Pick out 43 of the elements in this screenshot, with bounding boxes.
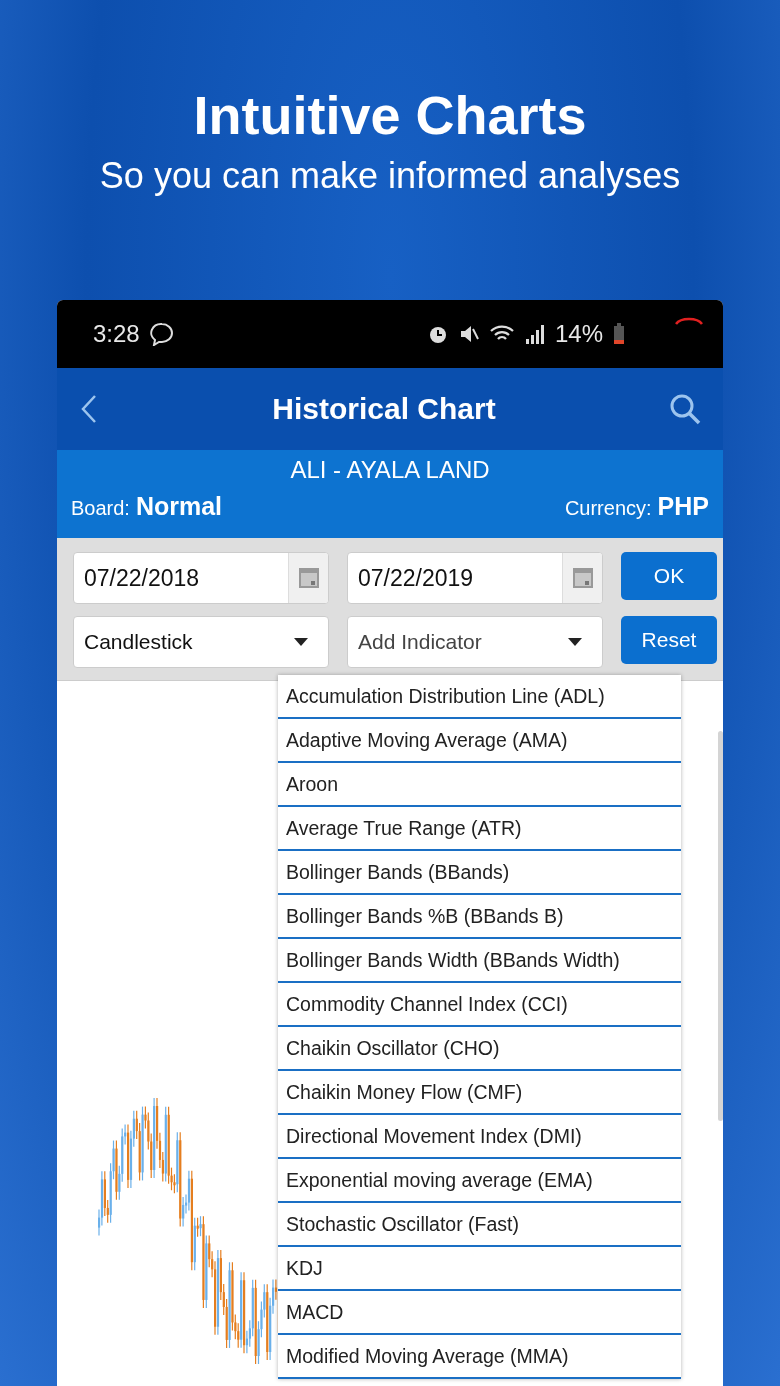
signal-icon xyxy=(524,323,545,345)
chat-bubble-icon xyxy=(149,322,174,346)
menu-item[interactable]: Bollinger Bands %B (BBands B) xyxy=(278,895,681,939)
menu-item[interactable]: Chaikin Money Flow (CMF) xyxy=(278,1071,681,1115)
menu-item[interactable]: Bollinger Bands (BBands) xyxy=(278,851,681,895)
chart-type-dropdown[interactable]: Candlestick xyxy=(73,616,329,668)
mute-icon xyxy=(458,323,479,345)
board-label: Board: xyxy=(71,497,130,520)
caret-icon xyxy=(294,638,308,646)
ok-button[interactable]: OK xyxy=(621,552,717,600)
calendar-button[interactable] xyxy=(288,553,328,603)
menu-item[interactable]: Bollinger Bands Width (BBands Width) xyxy=(278,939,681,983)
battery-percent: 14% xyxy=(554,320,603,348)
reset-button[interactable]: Reset xyxy=(621,616,717,664)
calendar-icon xyxy=(297,567,320,589)
end-date-field[interactable]: 07/22/2019 xyxy=(347,552,603,604)
calendar-button[interactable] xyxy=(562,553,602,603)
start-date-field[interactable]: 07/22/2018 xyxy=(73,552,329,604)
currency-value: PHP xyxy=(657,492,709,521)
board-value: Normal xyxy=(135,492,223,521)
battery-icon xyxy=(613,323,625,345)
caret-icon xyxy=(568,638,582,646)
menu-item[interactable]: Modified Moving Average (MMA) xyxy=(278,1335,681,1379)
menu-item[interactable]: Chaikin Oscillator (CHO) xyxy=(278,1027,681,1071)
menu-item[interactable]: Adaptive Moving Average (AMA) xyxy=(278,719,681,763)
headline: Intuitive Charts xyxy=(193,84,587,147)
menu-item[interactable]: Aroon xyxy=(278,763,681,807)
calendar-icon xyxy=(571,567,594,589)
indicator-dropdown[interactable]: Add Indicator xyxy=(347,616,603,668)
menu-item[interactable]: Stochastic Oscillator (Fast) xyxy=(278,1203,681,1247)
menu-item[interactable]: KDJ xyxy=(278,1247,681,1291)
menu-item[interactable]: MACD xyxy=(278,1291,681,1335)
menu-item[interactable]: Average True Range (ATR) xyxy=(278,807,681,851)
loading-arc-icon xyxy=(675,316,703,325)
menu-item[interactable]: Accumulation Distribution Line (ADL) xyxy=(278,675,681,719)
status-time: 3:28 xyxy=(93,320,140,348)
currency-label: Currency: xyxy=(564,497,652,520)
subheadline: So you can make informed analyses xyxy=(99,154,681,198)
menu-item[interactable]: Exponential moving average (EMA) xyxy=(278,1159,681,1203)
screen-title: Historical Chart xyxy=(271,392,497,426)
instrument-name: ALI - AYALA LAND xyxy=(289,455,491,485)
menu-item[interactable]: Directional Movement Index (DMI) xyxy=(278,1115,681,1159)
menu-item[interactable]: Commodity Channel Index (CCI) xyxy=(278,983,681,1027)
